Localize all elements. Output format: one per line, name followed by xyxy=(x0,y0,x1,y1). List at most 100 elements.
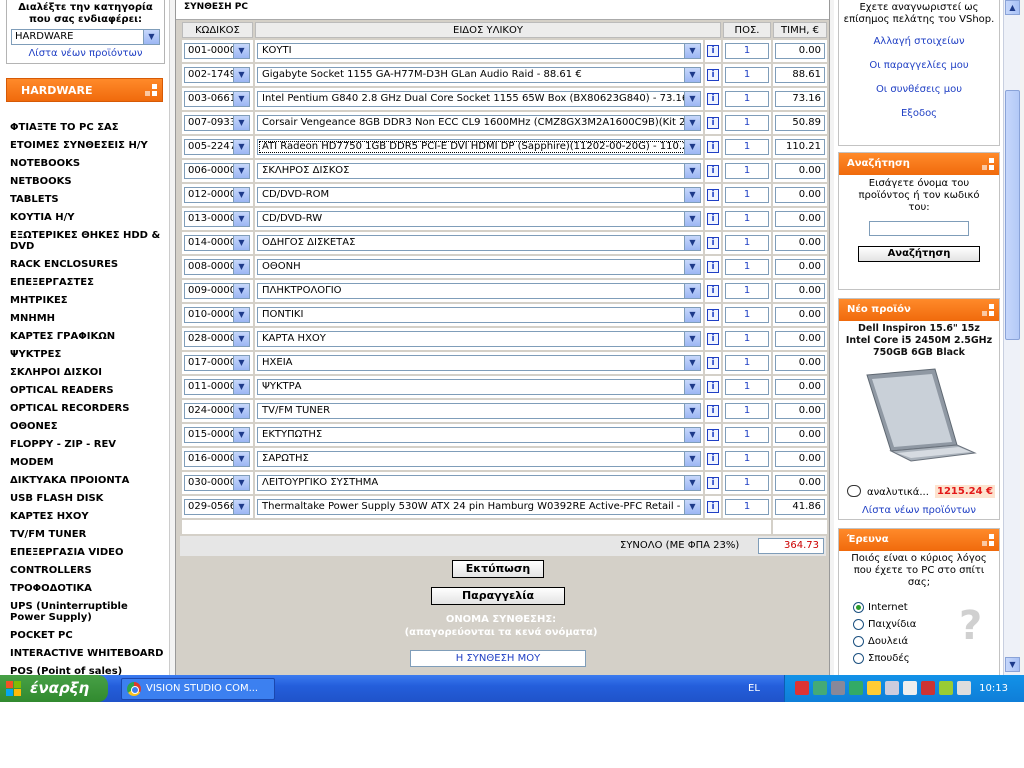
scroll-down-icon[interactable]: ▼ xyxy=(1005,657,1020,672)
qty-input[interactable]: 1 xyxy=(725,43,769,59)
chevron-down-icon[interactable]: ▼ xyxy=(684,140,700,154)
item-select[interactable]: ΟΔΗΓΟΣ ΔΙΣΚΕΤΑΣ ▼ xyxy=(257,235,701,251)
chevron-down-icon[interactable]: ▼ xyxy=(233,260,249,274)
code-select[interactable]: 012-0000 ▼ xyxy=(184,187,250,203)
chevron-down-icon[interactable]: ▼ xyxy=(233,140,249,154)
chevron-down-icon[interactable]: ▼ xyxy=(684,284,700,298)
chevron-down-icon[interactable]: ▼ xyxy=(684,332,700,346)
chevron-down-icon[interactable]: ▼ xyxy=(233,404,249,418)
chevron-down-icon[interactable]: ▼ xyxy=(684,404,700,418)
info-icon[interactable]: i xyxy=(707,333,719,345)
radio-icon[interactable] xyxy=(853,636,864,647)
account-link-edit[interactable]: Αλλαγή στοιχείων xyxy=(839,36,999,48)
code-select[interactable]: 008-0000 ▼ xyxy=(184,259,250,275)
tray-app-icon[interactable] xyxy=(795,681,809,695)
qty-input[interactable]: 1 xyxy=(725,427,769,443)
code-select[interactable]: 013-0000 ▼ xyxy=(184,211,250,227)
chevron-down-icon[interactable]: ▼ xyxy=(684,500,700,514)
item-select[interactable]: TV/FM TUNER ▼ xyxy=(257,403,701,419)
qty-input[interactable]: 1 xyxy=(725,451,769,467)
item-select[interactable]: ΚΟΥΤΙ ▼ xyxy=(257,43,701,59)
speaker-icon[interactable] xyxy=(867,681,881,695)
item-select[interactable]: CD/DVD-ROM ▼ xyxy=(257,187,701,203)
category-item[interactable]: ΔΙΚΤΥΑΚΑ ΠΡΟΙΟΝΤΑ xyxy=(10,471,166,489)
chevron-down-icon[interactable]: ▼ xyxy=(233,188,249,202)
chevron-down-icon[interactable]: ▼ xyxy=(684,452,700,466)
info-icon[interactable]: i xyxy=(707,93,719,105)
radio-icon[interactable] xyxy=(853,653,864,664)
category-item[interactable]: ΕΠΕΞΕΡΓΑΣΤΕΣ xyxy=(10,273,166,291)
code-select[interactable]: 016-0000 ▼ xyxy=(184,451,250,467)
scroll-thumb[interactable] xyxy=(1005,90,1020,340)
qty-input[interactable]: 1 xyxy=(725,235,769,251)
item-select[interactable]: ΠΟΝΤΙΚΙ ▼ xyxy=(257,307,701,323)
poll-option[interactable]: Δουλειά xyxy=(853,633,916,650)
item-select[interactable]: ΨΥΚΤΡΑ ▼ xyxy=(257,379,701,395)
item-select[interactable]: ΛΕΙΤΟΥΡΓΙΚΟ ΣΥΣΤΗΜΑ ▼ xyxy=(257,475,701,491)
info-icon[interactable]: i xyxy=(707,261,719,273)
info-icon[interactable]: i xyxy=(707,141,719,153)
category-item[interactable]: TV/FM TUNER xyxy=(10,525,166,543)
item-select[interactable]: ΣΑΡΩΤΗΣ ▼ xyxy=(257,451,701,467)
qty-input[interactable]: 1 xyxy=(725,211,769,227)
item-select[interactable]: Thermaltake Power Supply 530W ATX 24 pin… xyxy=(257,499,701,515)
info-icon[interactable]: i xyxy=(707,165,719,177)
tray-app-icon[interactable] xyxy=(957,681,971,695)
scroll-up-icon[interactable]: ▲ xyxy=(1005,0,1020,15)
chevron-down-icon[interactable]: ▼ xyxy=(684,164,700,178)
qty-input[interactable]: 1 xyxy=(725,355,769,371)
category-item[interactable]: ΚΑΡΤΕΣ ΓΡΑΦΙΚΩΝ xyxy=(10,327,166,345)
qty-input[interactable]: 1 xyxy=(725,379,769,395)
code-select[interactable]: 011-0000 ▼ xyxy=(184,379,250,395)
chevron-down-icon[interactable]: ▼ xyxy=(684,476,700,490)
category-item[interactable]: MODEM xyxy=(10,453,166,471)
info-icon[interactable]: i xyxy=(707,501,719,513)
code-select[interactable]: 030-0000 ▼ xyxy=(184,475,250,491)
chevron-down-icon[interactable]: ▼ xyxy=(233,452,249,466)
category-item[interactable]: ΚΟΥΤΙΑ Η/Υ xyxy=(10,208,166,226)
code-select[interactable]: 010-0000 ▼ xyxy=(184,307,250,323)
shield-icon[interactable] xyxy=(921,681,935,695)
new-products-link[interactable]: Λίστα νέων προϊόντων xyxy=(28,48,142,59)
category-item[interactable]: NOTEBOOKS xyxy=(10,154,166,172)
chevron-down-icon[interactable]: ▼ xyxy=(684,68,700,82)
code-select[interactable]: 015-0000 ▼ xyxy=(184,427,250,443)
category-item[interactable]: POCKET PC xyxy=(10,626,166,644)
info-icon[interactable]: i xyxy=(707,117,719,129)
info-icon[interactable]: i xyxy=(707,477,719,489)
code-select[interactable]: 002-1749 ▼ xyxy=(184,67,250,83)
code-select[interactable]: 028-0000 ▼ xyxy=(184,331,250,347)
qty-input[interactable]: 1 xyxy=(725,67,769,83)
info-icon[interactable]: i xyxy=(707,213,719,225)
chevron-down-icon[interactable]: ▼ xyxy=(684,356,700,370)
chevron-down-icon[interactable]: ▼ xyxy=(233,164,249,178)
category-item[interactable]: ΟΘΟΝΕΣ xyxy=(10,417,166,435)
tray-app-icon[interactable] xyxy=(831,681,845,695)
chevron-down-icon[interactable]: ▼ xyxy=(233,236,249,250)
info-icon[interactable]: i xyxy=(707,381,719,393)
tray-app-icon[interactable] xyxy=(849,681,863,695)
qty-input[interactable]: 1 xyxy=(725,475,769,491)
category-item[interactable]: ΨΥΚΤΡΕΣ xyxy=(10,345,166,363)
start-button[interactable]: έναρξη xyxy=(0,675,108,702)
info-icon[interactable]: i xyxy=(707,69,719,81)
category-item[interactable]: ΣΚΛΗΡΟΙ ΔΙΣΚΟΙ xyxy=(10,363,166,381)
taskbar-browser-task[interactable]: VISION STUDIO COM... xyxy=(121,678,275,700)
chevron-down-icon[interactable]: ▼ xyxy=(233,212,249,226)
chevron-down-icon[interactable]: ▼ xyxy=(684,116,700,130)
chevron-down-icon[interactable]: ▼ xyxy=(233,308,249,322)
category-select[interactable]: HARDWARE ▼ xyxy=(11,29,160,45)
account-link-orders[interactable]: Οι παραγγελίες μου xyxy=(839,60,999,72)
chevron-down-icon[interactable]: ▼ xyxy=(233,380,249,394)
chevron-down-icon[interactable]: ▼ xyxy=(233,44,249,58)
chevron-down-icon[interactable]: ▼ xyxy=(233,428,249,442)
info-icon[interactable]: i xyxy=(707,405,719,417)
info-icon[interactable]: i xyxy=(707,453,719,465)
radio-icon[interactable] xyxy=(853,602,864,613)
chevron-down-icon[interactable]: ▼ xyxy=(233,116,249,130)
tray-app-icon[interactable] xyxy=(939,681,953,695)
poll-option[interactable]: Παιχνίδια xyxy=(853,616,916,633)
qty-input[interactable]: 1 xyxy=(725,307,769,323)
qty-input[interactable]: 1 xyxy=(725,115,769,131)
category-item[interactable]: OPTICAL RECORDERS xyxy=(10,399,166,417)
